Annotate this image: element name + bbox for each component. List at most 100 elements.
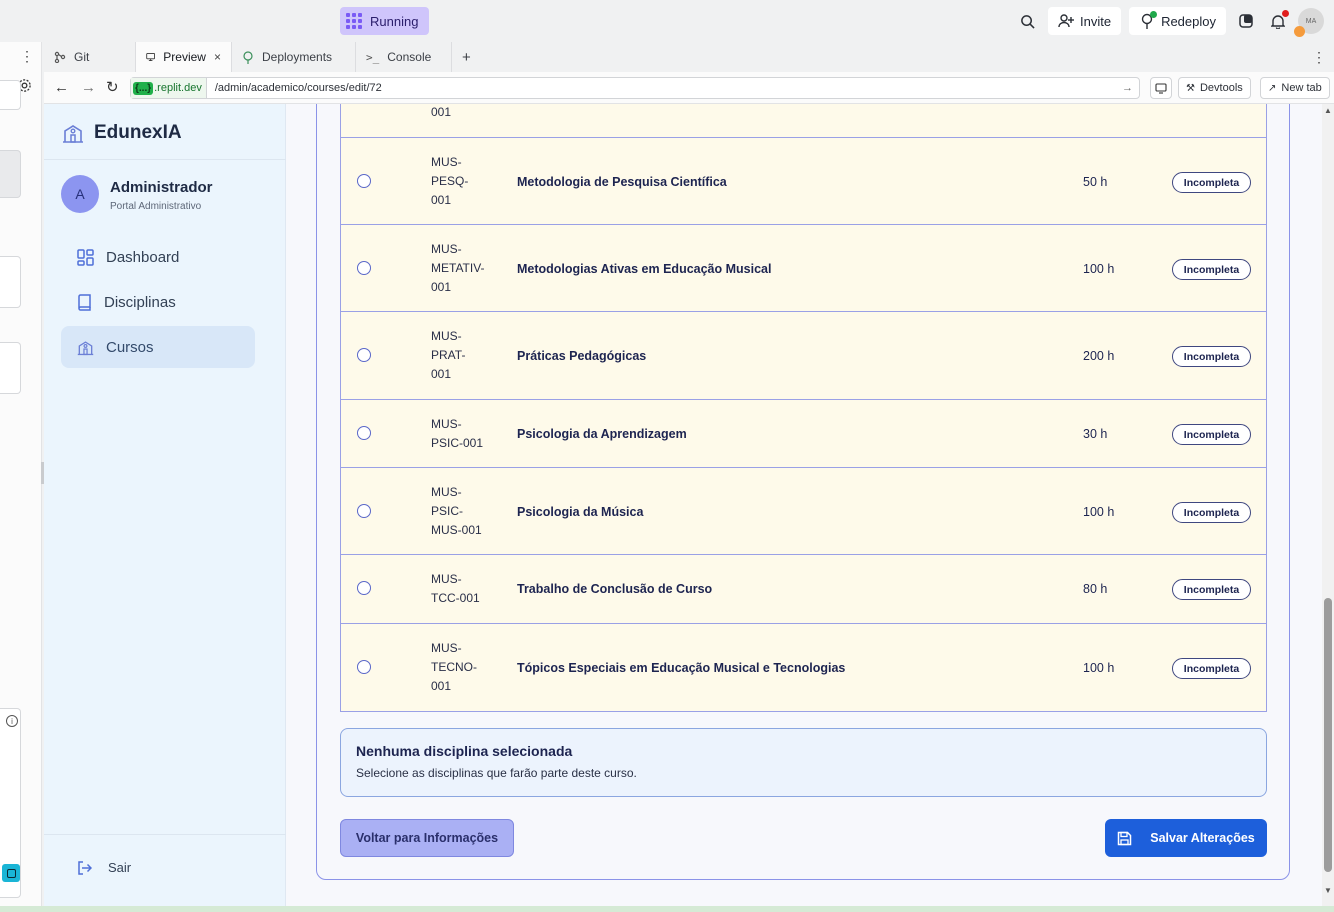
discipline-name: Metodologias Ativas em Educação Musical [517, 262, 772, 276]
code-line: 001 [431, 679, 452, 693]
code-line: TCC-001 [431, 591, 480, 605]
code-line: MUS- [431, 417, 462, 431]
device-preview-icon[interactable] [1150, 77, 1172, 99]
page-scrollbar[interactable]: ▲ ▼ [1322, 104, 1334, 906]
selection-info-box: Nenhuma disciplina selecionada Selecione… [340, 728, 1267, 797]
discipline-code: MUS- PRAT- 001 [431, 327, 465, 384]
tab-label: Preview [163, 50, 206, 64]
tab-label: Console [387, 50, 432, 64]
git-icon [54, 51, 66, 63]
brand-name: EdunexIA [94, 122, 182, 143]
table-row[interactable]: MUS- TCC-001 Trabalho de Conclusão de Cu… [341, 555, 1266, 624]
scrollbar-thumb[interactable] [1324, 598, 1332, 872]
stop-icon[interactable] [2, 864, 20, 882]
code-line: TECNO- [431, 660, 477, 674]
sidebar-item-label: Dashboard [106, 248, 180, 266]
status-badge: Incompleta [1172, 259, 1251, 280]
selection-info-title: Nenhuma disciplina selecionada [356, 743, 573, 759]
school-icon [77, 340, 94, 355]
discipline-name: Psicologia da Música [517, 505, 644, 519]
save-changes-button[interactable]: Salvar Alterações [1105, 819, 1267, 857]
table-row[interactable]: MUS- PSIC- MUS-001 Psicologia da Música … [341, 468, 1266, 555]
table-row[interactable]: MUS- PESQ- 001 Metodologia de Pesquisa C… [341, 138, 1266, 225]
table-row[interactable]: MUS- METATIV- 001 Metodologias Ativas em… [341, 225, 1266, 312]
close-tab-icon[interactable]: × [214, 50, 221, 64]
sidebar-item-dashboard[interactable]: Dashboard [61, 236, 255, 278]
add-user-icon [1058, 14, 1074, 28]
sidebar-item-disciplinas[interactable]: Disciplinas [61, 281, 255, 323]
select-radio[interactable] [357, 426, 371, 440]
panel-card[interactable] [0, 342, 21, 394]
run-status-label: Running [370, 13, 419, 29]
tab-deployments[interactable]: Deployments [232, 42, 356, 72]
tab-preview[interactable]: Preview × [136, 42, 232, 72]
workspace-toggle-icon[interactable] [1234, 9, 1258, 33]
notification-dot [1282, 10, 1289, 17]
tab-label: Deployments [262, 50, 333, 64]
scroll-up-icon[interactable]: ▲ [1324, 106, 1332, 115]
brand[interactable]: EdunexIA [62, 122, 182, 144]
code-line: PESQ- [431, 174, 469, 188]
discipline-code: MUS- TECNO- 001 [431, 639, 477, 696]
run-status-button[interactable]: Running [340, 7, 429, 35]
tabs-menu-icon[interactable]: ⋮ [1312, 49, 1326, 66]
tab-git[interactable]: Git [44, 42, 136, 72]
wrench-icon: ⚒ [1186, 82, 1195, 94]
scroll-down-icon[interactable]: ▼ [1324, 886, 1332, 895]
status-badge: Incompleta [1172, 579, 1251, 600]
notifications-bell-icon[interactable] [1266, 9, 1290, 33]
table-row[interactable]: MUS- PSIC-001 Psicologia da Aprendizagem… [341, 400, 1266, 468]
back-to-info-button[interactable]: Voltar para Informações [340, 819, 514, 857]
table-row[interactable]: 001 [341, 104, 1266, 138]
app-viewport: EdunexIA A Administrador Portal Administ… [44, 104, 1334, 906]
code-line: MUS- [431, 641, 462, 655]
panel-card[interactable] [0, 80, 21, 110]
select-radio[interactable] [357, 660, 371, 674]
search-icon[interactable] [1016, 9, 1040, 33]
console-icon: >_ [366, 50, 380, 64]
discipline-name: Práticas Pedagógicas [517, 349, 647, 363]
reload-icon[interactable]: ↻ [106, 78, 119, 96]
table-row[interactable]: MUS- PRAT- 001 Práticas Pedagógicas 200 … [341, 312, 1266, 400]
code-line: MUS- [431, 485, 462, 499]
url-field[interactable]: {...} .replit.dev /admin/academico/course… [130, 77, 1140, 99]
discipline-code: MUS- METATIV- 001 [431, 240, 485, 297]
devtools-button[interactable]: ⚒ Devtools [1178, 77, 1251, 99]
account-avatar[interactable]: MA [1294, 8, 1324, 37]
new-tab-button[interactable]: ↗ New tab [1260, 77, 1330, 99]
discipline-hours: 50 h [1083, 175, 1108, 189]
select-radio[interactable] [357, 504, 371, 518]
save-label: Salvar Alterações [1150, 831, 1255, 845]
back-arrow-icon[interactable]: ← [54, 79, 69, 96]
redeploy-button[interactable]: Redeploy [1129, 7, 1226, 35]
discipline-hours: 100 h [1083, 262, 1115, 276]
workspace-tabs: Git Preview × Deployments >_ Console + ⋮ [44, 42, 1334, 72]
code-line: MUS- [431, 155, 462, 169]
invite-button[interactable]: Invite [1047, 7, 1122, 35]
discipline-name: Tópicos Especiais em Educação Musical e … [517, 661, 846, 675]
status-badge: Incompleta [1172, 502, 1251, 523]
sidebar-item-cursos[interactable]: Cursos [61, 326, 255, 368]
panel-card[interactable] [0, 256, 21, 308]
select-radio[interactable] [357, 581, 371, 595]
select-radio[interactable] [357, 174, 371, 188]
go-arrow-icon[interactable]: → [1122, 82, 1133, 94]
logout-button[interactable]: Sair [77, 860, 131, 875]
deployments-icon [243, 50, 253, 64]
forward-arrow-icon[interactable]: → [81, 79, 96, 96]
add-tab-button[interactable]: + [452, 42, 481, 72]
code-line: 001 [431, 105, 452, 119]
select-radio[interactable] [357, 261, 371, 275]
select-radio[interactable] [357, 348, 371, 362]
panel-card[interactable] [0, 150, 21, 198]
discipline-code: MUS- PSIC- MUS-001 [431, 483, 482, 540]
sidebar-item-label: Cursos [106, 338, 154, 356]
table-row[interactable]: MUS- TECNO- 001 Tópicos Especiais em Edu… [341, 624, 1266, 712]
logout-label: Sair [108, 860, 132, 875]
redeploy-label: Redeploy [1161, 13, 1216, 29]
tab-console[interactable]: >_ Console [356, 42, 452, 72]
panel-menu-icon[interactable]: ⋮ [20, 48, 34, 65]
status-badge: Incompleta [1172, 424, 1251, 445]
discipline-hours: 80 h [1083, 582, 1108, 596]
preview-address-bar: ← → ↻ {...} .replit.dev /admin/academico/… [44, 72, 1334, 104]
